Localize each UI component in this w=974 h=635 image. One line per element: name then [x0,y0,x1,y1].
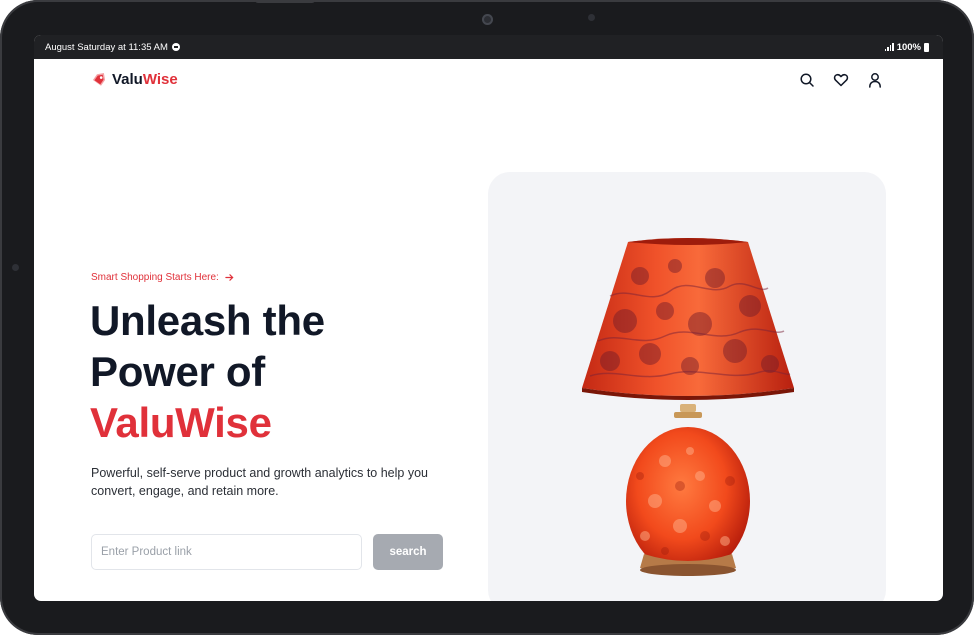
hero-headline: Unleash the Power of ValuWise [90,295,325,448]
status-bar: August Saturday at 11:35 AM 100% [34,35,943,59]
user-icon[interactable] [867,72,883,88]
notification-icon [171,43,180,51]
nav-actions [799,72,883,88]
product-image-card [488,172,886,601]
signal-icon [884,43,894,51]
heart-icon[interactable] [833,72,849,88]
top-nav: ValuWise [34,59,943,103]
tablet-frame: August Saturday at 11:35 AM 100% ValuWis… [0,0,974,635]
light-sensor [588,14,595,21]
headline-line-1: Unleash the [90,297,325,344]
hero-description: Powerful, self-serve product and growth … [91,466,428,498]
hero-eyebrow: Smart Shopping Starts Here: [91,272,234,283]
brand-logo[interactable]: ValuWise [91,71,178,88]
headline-line-2: Power of [90,348,265,395]
search-button[interactable]: search [373,534,443,570]
table-lamp-image [582,238,794,576]
search-icon[interactable] [799,72,815,88]
brand-name: ValuWise [112,71,178,88]
price-tag-icon [92,72,106,86]
battery-icon [924,42,929,52]
eyebrow-text: Smart Shopping Starts Here: [91,272,219,283]
front-camera [482,14,493,25]
headline-brand: ValuWise [90,399,272,446]
status-datetime: August Saturday at 11:35 AM [45,41,168,53]
screen: August Saturday at 11:35 AM 100% ValuWis… [34,35,943,601]
product-link-input[interactable] [91,534,362,570]
side-sensor [12,264,19,271]
arrow-right-icon [225,274,234,281]
power-button [255,0,315,3]
brand-suffix: Wise [142,71,178,88]
battery-level: 100% [896,41,921,53]
brand-prefix: Valu [112,71,143,88]
